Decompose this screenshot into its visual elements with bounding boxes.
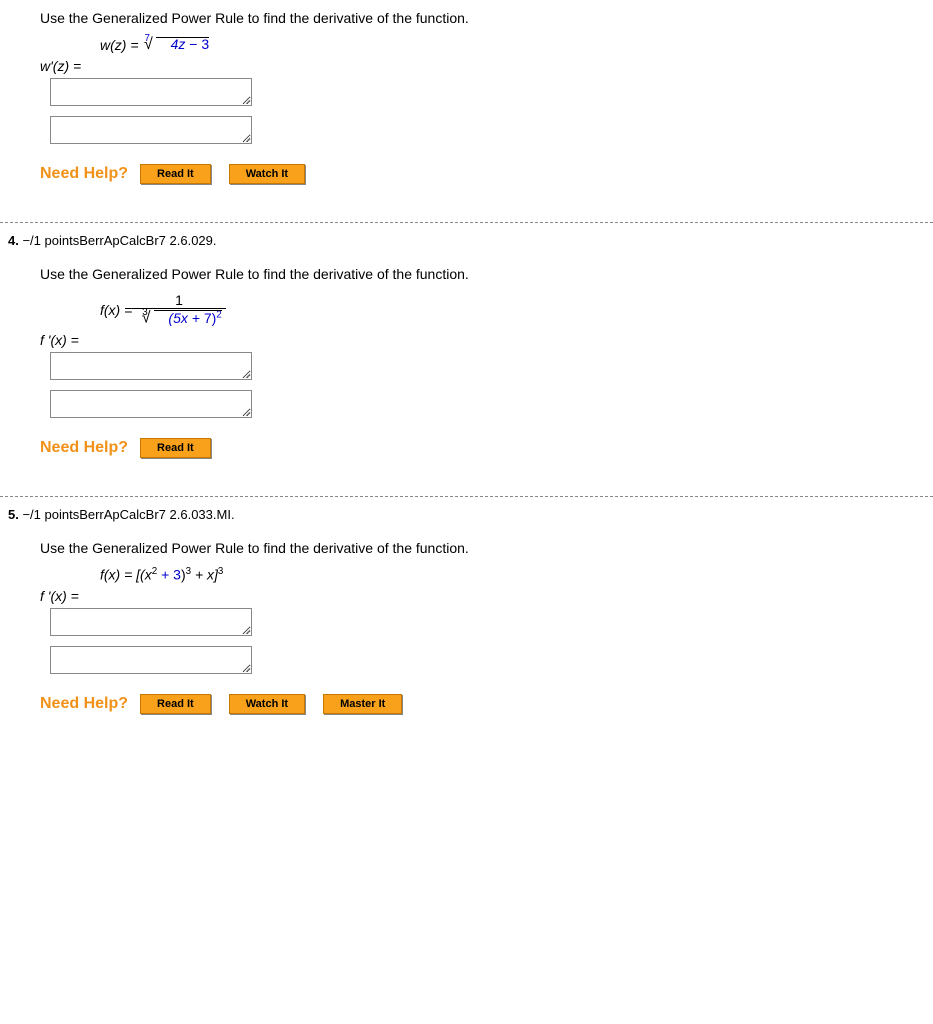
instruction-text: Use the Generalized Power Rule to find t… [40,266,903,282]
seventh-root: 7 √ 4z − 3 [139,36,210,54]
help-row: Need Help? Read It Watch It [40,164,903,184]
resize-handle-icon[interactable] [241,663,251,673]
function-prefix: w(z) = [100,37,139,53]
read-it-button[interactable]: Read It [140,694,211,714]
master-it-button[interactable]: Master It [323,694,402,714]
need-help-label: Need Help? [40,695,128,713]
question-points: −/1 points [19,233,79,248]
resize-handle-icon[interactable] [241,625,251,635]
divider [0,222,933,223]
radicand-part-a: 4z [171,36,186,52]
func-plusx: + x] [191,566,218,582]
divider [0,496,933,497]
watch-it-button[interactable]: Watch It [229,164,305,184]
instruction-text: Use the Generalized Power Rule to find t… [40,10,903,26]
cube-root: 3 √ (5x + 7)2 [132,309,225,328]
answer-input-1[interactable] [50,352,252,380]
function-definition: w(z) = 7 √ 4z − 3 [100,36,903,54]
radical-icon: √ [142,310,151,327]
need-help-label: Need Help? [40,439,128,457]
read-it-button[interactable]: Read It [140,438,211,458]
answer-input-2[interactable] [50,390,252,418]
radicand-b: 7 [204,310,212,326]
question-5-header: 5. −/1 pointsBerrApCalcBr7 2.6.033.MI. [0,507,933,522]
fraction: 1 3 √ (5x + 7)2 [132,292,225,328]
question-4-header: 4. −/1 pointsBerrApCalcBr7 2.6.029. [0,233,933,248]
resize-handle-icon[interactable] [241,133,251,143]
answer-input-1[interactable] [50,78,252,106]
question-3: Use the Generalized Power Rule to find t… [0,0,933,204]
read-it-button[interactable]: Read It [140,164,211,184]
answer-input-2[interactable] [50,116,252,144]
function-prefix: f(x) = [100,302,132,318]
question-number: 5. [8,507,19,522]
derivative-label: f '(x) = [40,332,903,348]
question-4: Use the Generalized Power Rule to find t… [0,256,933,478]
numerator: 1 [171,292,187,308]
question-source: BerrApCalcBr7 2.6.029. [79,233,216,248]
help-row: Need Help? Read It Watch It Master It [40,694,903,714]
derivative-label: f '(x) = [40,588,903,604]
need-help-label: Need Help? [40,165,128,183]
resize-handle-icon[interactable] [241,407,251,417]
question-number: 4. [8,233,19,248]
func-sup3b: 3 [218,566,223,577]
function-definition: f(x) = [(x2 + 3)3 + x]3 [100,566,903,583]
radical-icon: √ [144,36,153,53]
resize-handle-icon[interactable] [241,95,251,105]
answer-input-1[interactable] [50,608,252,636]
resize-handle-icon[interactable] [241,369,251,379]
radicand-a: (5x + [168,310,203,326]
func-part-1: f(x) = [(x [100,566,152,582]
func-plus3: + 3 [157,566,181,582]
instruction-text: Use the Generalized Power Rule to find t… [40,540,903,556]
answer-input-2[interactable] [50,646,252,674]
help-row: Need Help? Read It [40,438,903,458]
radicand-part-b: − 3 [185,36,209,52]
question-points: −/1 points [19,507,79,522]
watch-it-button[interactable]: Watch It [229,694,305,714]
derivative-label: w'(z) = [40,58,903,74]
question-5: Use the Generalized Power Rule to find t… [0,530,933,735]
function-definition: f(x) = 1 3 √ (5x + 7)2 [100,292,903,328]
question-source: BerrApCalcBr7 2.6.033.MI. [79,507,234,522]
